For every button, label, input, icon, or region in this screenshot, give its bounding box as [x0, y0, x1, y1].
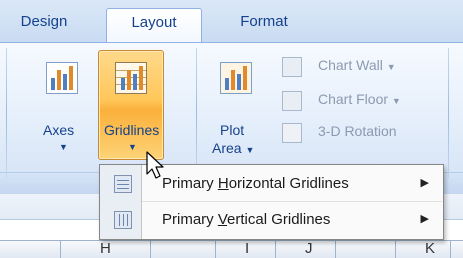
submenu-arrow-icon: ▶	[420, 177, 429, 189]
axes-chart-icon	[46, 62, 78, 94]
column-header-j[interactable]: J	[305, 240, 313, 257]
plot-area-button[interactable]: Plot Area ▼	[206, 52, 272, 160]
3d-rotation-icon	[282, 123, 302, 143]
group-separator	[196, 48, 197, 178]
chart-floor-dropdown-arrow: ▼	[391, 96, 401, 106]
column-divider	[60, 240, 61, 258]
tab-layout[interactable]: Layout	[106, 8, 202, 42]
tab-format[interactable]: Format	[222, 8, 306, 42]
axes-button[interactable]: Axes ▼	[34, 52, 92, 160]
submenu-arrow-icon: ▶	[420, 213, 429, 225]
column-header-h[interactable]: H	[100, 240, 111, 257]
chart-wall-icon	[282, 57, 302, 77]
vertical-gridlines-icon	[114, 211, 132, 229]
3d-rotation-button[interactable]: 3-D Rotation	[282, 120, 442, 146]
menu-item-label: Primary Vertical Gridlines	[162, 211, 331, 228]
axes-label: Axes	[43, 122, 75, 138]
gridlines-dropdown-arrow: ▼	[128, 142, 137, 152]
column-divider	[275, 240, 276, 258]
menu-item-label: Primary Horizontal Gridlines	[162, 175, 349, 192]
chart-wall-button[interactable]: Chart Wall ▼	[282, 54, 442, 80]
3d-rotation-label: 3-D Rotation	[318, 123, 397, 139]
gridlines-chart-icon	[115, 62, 147, 94]
chart-wall-dropdown-arrow: ▼	[386, 62, 396, 72]
column-header-row	[0, 240, 463, 258]
chart-wall-label: Chart Wall	[318, 57, 383, 73]
column-divider	[450, 240, 451, 258]
column-header-k[interactable]: K	[425, 240, 435, 257]
tab-design[interactable]: Design	[4, 8, 84, 42]
column-header-i[interactable]: I	[245, 240, 249, 257]
gridlines-label: Gridlines	[104, 122, 160, 138]
mouse-pointer-icon	[146, 151, 164, 179]
group-separator	[448, 48, 449, 178]
tab-design-label: Design	[20, 13, 68, 30]
plot-area-label-line2: Area	[212, 140, 242, 156]
column-divider	[150, 240, 151, 258]
chart-floor-icon	[282, 91, 302, 111]
chart-floor-button[interactable]: Chart Floor ▼	[282, 88, 442, 114]
tab-layout-label: Layout	[131, 14, 177, 31]
horizontal-gridlines-icon	[114, 175, 132, 193]
group-separator	[6, 48, 7, 178]
column-divider	[215, 240, 216, 258]
tab-format-label: Format	[240, 13, 288, 30]
menu-item-primary-vertical-gridlines[interactable]: Primary Vertical Gridlines ▶	[100, 202, 443, 238]
plot-area-dropdown-arrow: ▼	[245, 145, 255, 155]
chart-floor-label: Chart Floor	[318, 91, 389, 107]
axes-dropdown-arrow: ▼	[59, 142, 68, 152]
plot-area-icon	[220, 62, 252, 94]
column-divider	[395, 240, 396, 258]
plot-area-label-line1: Plot	[220, 122, 245, 138]
column-divider	[335, 240, 336, 258]
